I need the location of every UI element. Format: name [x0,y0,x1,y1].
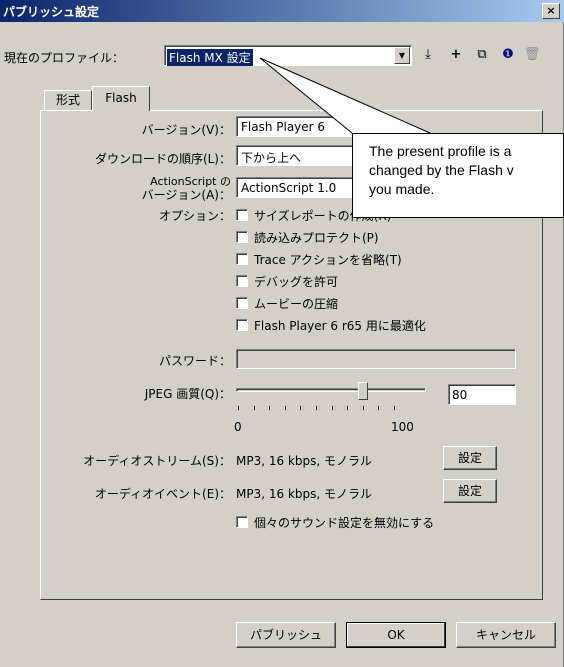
audio-stream-value: MP3, 16 kbps, モノラル [236,454,373,468]
profile-value: Flash MX 設定 [167,49,253,66]
callout-note: The present profile is a changed by the … [352,133,564,218]
load-order-value: 下から上へ [241,151,302,165]
actionscript-value: ActionScript 1.0 [241,181,337,195]
tab-formats[interactable]: 形式 [44,90,92,110]
password-field[interactable] [236,349,516,369]
slider-min-label: 0 [234,420,242,434]
jpeg-quality-value: 80 [452,388,468,402]
option-debug-label: デバッグを許可 [254,275,339,289]
version-value: Flash Player 6 [241,120,326,134]
audio-stream-settings-button[interactable]: 設定 [443,446,497,470]
slider-tick [300,406,302,410]
options-label: オプション： [158,209,231,223]
override-sound-checkbox[interactable] [236,516,248,528]
option-protect-checkbox[interactable] [236,231,248,243]
audio-event-value: MP3, 16 kbps, モノラル [236,487,373,501]
title-bar: パブリッシュ設定 × [0,0,564,22]
password-label: パスワード： [158,354,231,368]
version-dropdown[interactable]: Flash Player 6 [236,116,356,137]
publish-settings-dialog: パブリッシュ設定 × 現在のプロファイル： Flash MX 設定 ▼ ⤓ + … [0,0,564,667]
duplicate-profile-icon[interactable]: ⧉ [472,45,492,65]
slider-tick [331,406,333,410]
option-compress-checkbox[interactable] [236,297,248,309]
close-button[interactable]: × [542,3,560,19]
profile-label: 現在のプロファイル： [4,51,125,65]
override-sound-label: 個々のサウンド設定を無効にする [254,516,435,530]
slider-tick [316,406,317,410]
slider-tick [284,406,286,410]
slider-tick [253,406,255,410]
audio-event-settings-button[interactable]: 設定 [443,479,497,503]
option-omit-trace-label: Trace アクションを省略(T) [254,253,402,267]
add-profile-icon[interactable]: + [446,45,466,65]
audio-event-label: オーディオイベント(E)： [94,487,231,501]
chevron-down-icon[interactable]: ▼ [394,47,410,64]
load-order-dropdown[interactable]: 下から上へ [236,145,356,166]
option-omit-trace-checkbox[interactable] [236,253,248,265]
option-optimize-r65-checkbox[interactable] [236,319,248,331]
slider-tick [378,406,380,410]
actionscript-dropdown[interactable]: ActionScript 1.0 [236,177,356,198]
actionscript-label-line2: バージョン(A)： [141,188,231,202]
ok-button[interactable]: OK [346,622,446,648]
option-compress-label: ムービーの圧縮 [254,297,339,311]
version-label: バージョン(V)： [141,123,231,137]
delete-profile-icon[interactable]: 🗑 [522,45,542,65]
window-title: パブリッシュ設定 [3,5,100,19]
option-size-report-checkbox[interactable] [236,209,248,221]
callout-line-2: changed by the Flash v [369,162,514,178]
slider-tick [347,406,349,410]
slider-thumb[interactable] [357,382,368,400]
slider-tick [394,406,395,410]
callout-line-3: you made. [369,181,435,197]
profile-dropdown[interactable]: Flash MX 設定 ▼ [164,45,412,66]
slider-max-label: 100 [391,420,414,434]
option-protect-label: 読み込みプロテクト(P) [254,231,379,245]
callout-line-1: The present profile is a [369,143,512,159]
tab-flash[interactable]: Flash [92,86,150,111]
jpeg-quality-label: JPEG 画質(Q)： [144,387,231,401]
option-debug-checkbox[interactable] [236,275,248,287]
slider-track [236,388,426,392]
publish-button[interactable]: パブリッシュ [236,622,336,648]
slider-tick [238,406,239,410]
slider-tick [362,406,364,410]
slider-tick [269,406,271,410]
profile-info-icon[interactable]: ❶ [498,45,518,65]
load-order-label: ダウンロードの順序(L)： [94,152,231,166]
jpeg-quality-input[interactable]: 80 [448,384,516,405]
audio-stream-label: オーディオストリーム(S)： [83,454,231,468]
cancel-button[interactable]: キャンセル [456,622,556,648]
option-optimize-r65-label: Flash Player 6 r65 用に最適化 [254,319,426,333]
import-export-icon[interactable]: ⤓ [418,45,438,65]
